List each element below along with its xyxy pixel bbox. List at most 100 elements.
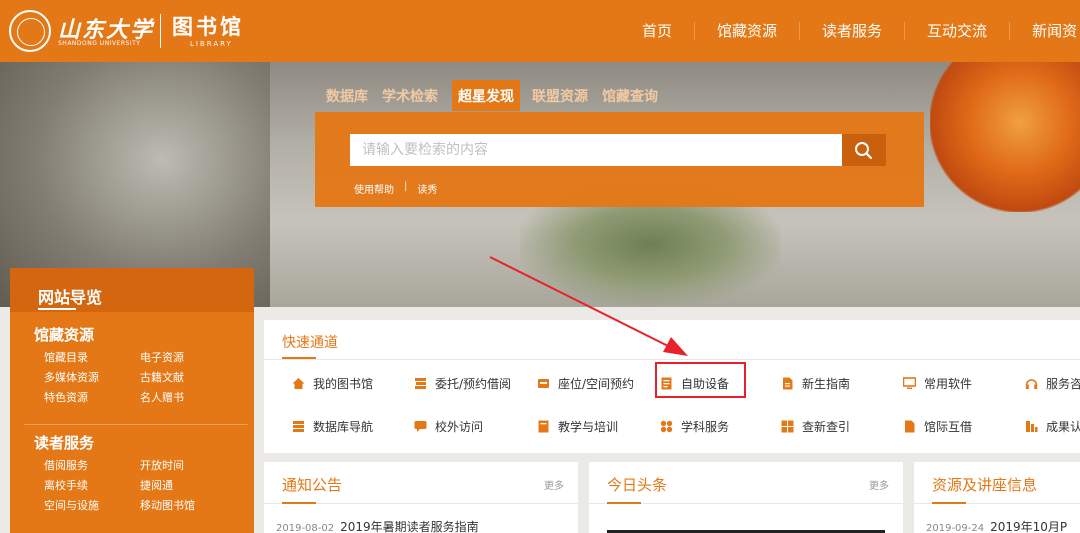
sidebar-section-title[interactable]: 读者服务 (34, 432, 230, 453)
grid-icon (781, 420, 794, 433)
quick-link-label: 成果认 (1046, 420, 1080, 434)
quick-access-title-underline (282, 357, 316, 359)
news-panel-headlines: 今日头条 更多 (589, 462, 903, 533)
news-panel-title-underline (282, 502, 316, 504)
books-icon (415, 378, 426, 389)
tab-alliance-resources[interactable]: 联盟资源 (526, 80, 594, 111)
quick-link-seat-booking[interactable]: 座位/空间预约 (537, 375, 634, 392)
hero-leaf-image (930, 62, 1080, 212)
quick-access-divider (264, 359, 1080, 360)
news-panel-title-underline (932, 502, 966, 504)
quick-link-off-campus-access[interactable]: 校外访问 (414, 418, 483, 435)
quick-link-label: 我的图书馆 (313, 377, 374, 391)
quick-link-label: 查新查引 (802, 420, 851, 434)
sidebar-item-leaving-procedures[interactable]: 离校手续 (44, 477, 140, 493)
quick-access-title: 快速通道 (282, 335, 338, 351)
news-panel-title: 今日头条 (607, 476, 668, 494)
highlight-box (655, 362, 746, 398)
logo-library-name-en: LIBRARY (190, 40, 233, 48)
tab-chaoxing-discovery[interactable]: 超星发现 (452, 80, 520, 111)
header: 山东大学 SHANDONG UNIVERSITY 图书馆 LIBRARY 首页 … (0, 0, 1080, 62)
search-tabs: 数据库 学术检索 超星发现 联盟资源 馆藏查询 (320, 80, 666, 111)
search-icon (855, 142, 873, 159)
sidebar-item-mobile-library[interactable]: 移动图书馆 (140, 497, 230, 513)
search-help-links: 使用帮助 | 读秀 (354, 181, 437, 196)
more-link[interactable]: 更多 (544, 477, 564, 492)
quick-link-label: 数据库导航 (313, 420, 374, 434)
home-icon (292, 378, 305, 389)
nav-reader-services[interactable]: 读者服务 (799, 22, 904, 40)
sidebar-item-spaces[interactable]: 空间与设施 (44, 497, 140, 513)
quick-link-label: 新生指南 (802, 377, 851, 391)
search-input[interactable] (350, 134, 842, 166)
sidebar-title: 网站导览 (10, 268, 254, 312)
main-nav: 首页 馆藏资源 读者服务 互动交流 新闻资 (620, 0, 1080, 62)
logo-university-name-en: SHANDONG UNIVERSITY (58, 40, 141, 47)
sidebar-item-jieyuetong[interactable]: 捷阅通 (140, 477, 230, 493)
quick-link-achievement[interactable]: 成果认 (1025, 418, 1080, 435)
news-date: 2019-08-02 (276, 523, 335, 533)
chart-icon (1026, 421, 1038, 432)
sidebar-item-borrowing[interactable]: 借阅服务 (44, 457, 140, 473)
quick-link-label: 常用软件 (924, 377, 973, 391)
sidebar-section-title[interactable]: 馆藏资源 (34, 324, 230, 345)
logo-library-name[interactable]: 图书馆 (172, 11, 244, 41)
nav-collections[interactable]: 馆藏资源 (694, 22, 799, 40)
news-item[interactable]: 2019-08-02 2019年暑期读者服务指南 (276, 518, 479, 533)
quick-link-label: 委托/预约借阅 (435, 377, 512, 391)
quick-link-interlibrary-loan[interactable]: 馆际互借 (903, 418, 972, 435)
site-navigation-sidebar: 网站导览 馆藏资源 馆藏目录 电子资源 多媒体资源 古籍文献 特色资源 名人赠书… (10, 268, 254, 533)
sidebar-item-e-resources[interactable]: 电子资源 (140, 349, 230, 365)
sidebar-item-opening-hours[interactable]: 开放时间 (140, 457, 230, 473)
more-link[interactable]: 更多 (869, 477, 889, 492)
link-separator: | (404, 181, 408, 192)
nav-home[interactable]: 首页 (620, 22, 694, 40)
tab-catalog-query[interactable]: 馆藏查询 (596, 80, 664, 111)
university-emblem-icon[interactable] (9, 10, 51, 52)
quick-link-label: 座位/空间预约 (558, 377, 635, 391)
quick-link-label: 校外访问 (435, 420, 484, 434)
tab-database[interactable]: 数据库 (320, 80, 374, 111)
quick-link-label: 学科服务 (681, 420, 730, 434)
sidebar-title-underline (38, 308, 76, 310)
nav-interaction[interactable]: 互动交流 (904, 22, 1009, 40)
news-panel-resources-lectures: 资源及讲座信息 2019-09-24 2019年10月P (914, 462, 1080, 533)
sidebar-item-multimedia[interactable]: 多媒体资源 (44, 369, 140, 385)
news-panel-title-underline (607, 502, 641, 504)
news-item[interactable]: 2019-09-24 2019年10月P (926, 518, 1067, 533)
quick-link-consultation[interactable]: 服务咨 (1025, 375, 1080, 392)
headphones-icon (1025, 379, 1038, 389)
quick-link-novelty-citation[interactable]: 查新查引 (781, 418, 850, 435)
sidebar-item-special-resources[interactable]: 特色资源 (44, 389, 140, 405)
logo-divider (160, 14, 161, 48)
nav-news[interactable]: 新闻资 (1009, 22, 1080, 40)
quick-link-label: 馆际互借 (924, 420, 973, 434)
quick-link-database-navigation[interactable]: 数据库导航 (292, 418, 373, 435)
quick-link-reserve-borrow[interactable]: 委托/预约借阅 (414, 375, 511, 392)
quick-link-teaching-training[interactable]: 教学与培训 (537, 418, 618, 435)
file-icon (783, 377, 793, 390)
tab-academic-search[interactable]: 学术检索 (376, 80, 444, 111)
news-date: 2019-09-24 (926, 523, 985, 533)
quick-link-my-library[interactable]: 我的图书馆 (292, 375, 373, 392)
search-button[interactable] (842, 134, 886, 166)
help-link[interactable]: 使用帮助 (354, 181, 394, 196)
monitor-icon (903, 377, 916, 389)
news-panel-title: 资源及讲座信息 (932, 476, 1038, 494)
quick-link-label: 服务咨 (1046, 377, 1080, 391)
file-icon (905, 420, 915, 433)
quick-link-label: 教学与培训 (558, 420, 619, 434)
sidebar-item-ancient-books[interactable]: 古籍文献 (140, 369, 230, 385)
sidebar-item-donated-books[interactable]: 名人赠书 (140, 389, 230, 405)
sidebar-item-catalog[interactable]: 馆藏目录 (44, 349, 140, 365)
notebook-icon (538, 420, 549, 433)
puzzle-icon (660, 420, 673, 433)
news-panel-title: 通知公告 (282, 476, 343, 494)
quick-link-common-software[interactable]: 常用软件 (903, 375, 972, 392)
quick-link-freshman-guide[interactable]: 新生指南 (781, 375, 850, 392)
database-icon (293, 421, 304, 432)
news-headline: 2019年暑期读者服务指南 (340, 520, 479, 533)
news-panel-notices: 通知公告 更多 2019-08-02 2019年暑期读者服务指南 (264, 462, 578, 533)
quick-link-subject-services[interactable]: 学科服务 (660, 418, 729, 435)
duxiu-link[interactable]: 读秀 (417, 181, 437, 196)
